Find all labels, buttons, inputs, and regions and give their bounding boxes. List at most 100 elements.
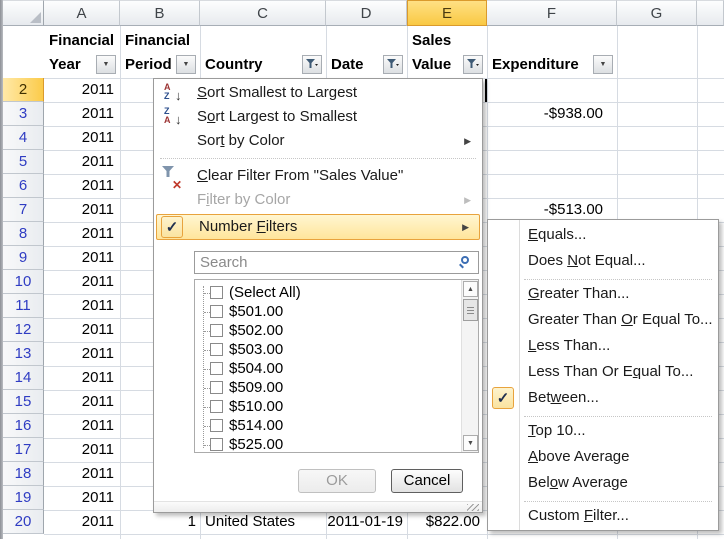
search-box[interactable]	[194, 251, 479, 274]
filter-active-button-d[interactable]	[383, 55, 403, 74]
checkbox-unchecked[interactable]	[210, 305, 223, 318]
cell-A1-header[interactable]: Financial Year ▼	[44, 26, 120, 78]
cell-A8[interactable]: 2011	[44, 222, 120, 246]
cell-A7[interactable]: 2011	[44, 198, 120, 222]
cell-A20[interactable]: 2011	[44, 510, 120, 534]
cell-E1-header[interactable]: Sales Value	[407, 26, 487, 78]
row-header-2[interactable]: 2	[3, 78, 44, 102]
filter-value-504-00[interactable]: $504.00	[195, 360, 478, 379]
cell-A4[interactable]: 2011	[44, 126, 120, 150]
list-scrollbar[interactable]: ▲ ▼	[461, 280, 478, 452]
row-header-3[interactable]: 3	[3, 102, 44, 126]
scroll-down-icon[interactable]: ▼	[463, 435, 478, 451]
menu-item-sort-smallest-to-largest[interactable]: AZ↓Sort Smallest to Largest	[155, 81, 481, 105]
row-header-19[interactable]: 19	[3, 486, 44, 510]
cell-A11[interactable]: 2011	[44, 294, 120, 318]
filter-dropdown-button-a[interactable]: ▼	[96, 55, 116, 74]
cell-A18[interactable]: 2011	[44, 462, 120, 486]
cell-A16[interactable]: 2011	[44, 414, 120, 438]
cancel-button[interactable]: Cancel	[391, 469, 463, 493]
submenu-item-between[interactable]: ✓Between...	[488, 385, 718, 411]
row-header-14[interactable]: 14	[3, 366, 44, 390]
scroll-up-icon[interactable]: ▲	[463, 281, 478, 297]
checkbox-unchecked[interactable]	[210, 381, 223, 394]
submenu-item-custom-filter[interactable]: Custom Filter...	[488, 503, 718, 529]
row-header-11[interactable]: 11	[3, 294, 44, 318]
row-header-13[interactable]: 13	[3, 342, 44, 366]
checkbox-unchecked[interactable]	[210, 343, 223, 356]
submenu-item-greater-than-or-equal-to[interactable]: Greater Than Or Equal To...	[488, 307, 718, 333]
row-header-18[interactable]: 18	[3, 462, 44, 486]
filter-value-select-all[interactable]: (Select All)	[195, 284, 478, 303]
filter-active-button-c[interactable]	[302, 55, 322, 74]
resize-strip[interactable]	[154, 501, 482, 512]
checkbox-unchecked[interactable]	[210, 362, 223, 375]
cell-A9[interactable]: 2011	[44, 246, 120, 270]
scrollbar-thumb[interactable]	[463, 299, 478, 321]
submenu-item-greater-than[interactable]: Greater Than...	[488, 281, 718, 307]
cell-E20[interactable]: $822.00	[407, 510, 487, 534]
filter-value-509-00[interactable]: $509.00	[195, 379, 478, 398]
row-header-6[interactable]: 6	[3, 174, 44, 198]
checkbox-unchecked[interactable]	[210, 419, 223, 432]
column-header-f[interactable]: F	[487, 0, 617, 26]
filter-value-502-00[interactable]: $502.00	[195, 322, 478, 341]
cell-A19[interactable]: 2011	[44, 486, 120, 510]
column-header-c[interactable]: C	[200, 0, 326, 26]
cell-A3[interactable]: 2011	[44, 102, 120, 126]
row-header-12[interactable]: 12	[3, 318, 44, 342]
row-header-7[interactable]: 7	[3, 198, 44, 222]
filter-value-503-00[interactable]: $503.00	[195, 341, 478, 360]
column-header-a[interactable]: A	[44, 0, 120, 26]
submenu-item-does-not-equal[interactable]: Does Not Equal...	[488, 248, 718, 274]
submenu-item-less-than[interactable]: Less Than...	[488, 333, 718, 359]
cell-B20[interactable]: 1	[120, 510, 200, 534]
cell-A2[interactable]: 2011	[44, 78, 120, 102]
checkbox-unchecked[interactable]	[210, 324, 223, 337]
cell-A14[interactable]: 2011	[44, 366, 120, 390]
filter-value-501-00[interactable]: $501.00	[195, 303, 478, 322]
row-header-5[interactable]: 5	[3, 150, 44, 174]
row-header-15[interactable]: 15	[3, 390, 44, 414]
row-header-8[interactable]: 8	[3, 222, 44, 246]
filter-dropdown-button-f[interactable]: ▼	[593, 55, 613, 74]
checkbox-unchecked[interactable]	[210, 438, 223, 451]
row-header-17[interactable]: 17	[3, 438, 44, 462]
column-header-g[interactable]: G	[617, 0, 697, 26]
cell-A10[interactable]: 2011	[44, 270, 120, 294]
cell-C20[interactable]: United States	[200, 510, 326, 534]
menu-item-number-filters[interactable]: ✓Number Filters▶	[156, 214, 480, 240]
cell-A12[interactable]: 2011	[44, 318, 120, 342]
cell-D1-header[interactable]: Date	[326, 26, 407, 78]
filter-value-525-00[interactable]: $525.00	[195, 436, 478, 453]
row-header-10[interactable]: 10	[3, 270, 44, 294]
cell-D20[interactable]: 2011-01-19	[326, 510, 407, 534]
cell-A6[interactable]: 2011	[44, 174, 120, 198]
submenu-item-top-10[interactable]: Top 10...	[488, 418, 718, 444]
select-all-corner[interactable]	[3, 0, 44, 26]
search-input[interactable]	[195, 252, 478, 273]
row-header-16[interactable]: 16	[3, 414, 44, 438]
cell-A17[interactable]: 2011	[44, 438, 120, 462]
row-header-4[interactable]: 4	[3, 126, 44, 150]
submenu-item-above-average[interactable]: Above Average	[488, 444, 718, 470]
menu-item-sort-largest-to-smallest[interactable]: ZA↓Sort Largest to Smallest	[155, 105, 481, 129]
submenu-item-below-average[interactable]: Below Average	[488, 470, 718, 496]
cell-A15[interactable]: 2011	[44, 390, 120, 414]
cell-F1-header[interactable]: Expenditure ▼	[487, 26, 617, 78]
filter-value-514-00[interactable]: $514.00	[195, 417, 478, 436]
filter-dropdown-button-b[interactable]: ▼	[176, 55, 196, 74]
cell-A13[interactable]: 2011	[44, 342, 120, 366]
column-header-d[interactable]: D	[326, 0, 407, 26]
menu-item-clear-filter-from-sales-value[interactable]: ✕Clear Filter From "Sales Value"	[155, 164, 481, 188]
cell-B1-header[interactable]: Financial Period ▼	[120, 26, 200, 78]
submenu-item-equals[interactable]: Equals...	[488, 222, 718, 248]
row-header-9[interactable]: 9	[3, 246, 44, 270]
submenu-item-less-than-or-equal-to[interactable]: Less Than Or Equal To...	[488, 359, 718, 385]
checkbox-unchecked[interactable]	[210, 286, 223, 299]
row-header-20[interactable]: 20	[3, 510, 44, 534]
menu-item-sort-by-color[interactable]: Sort by Color▶	[155, 129, 481, 153]
column-header-e[interactable]: E	[407, 0, 487, 26]
filter-value-510-00[interactable]: $510.00	[195, 398, 478, 417]
filter-active-button-e-open[interactable]	[463, 55, 483, 74]
